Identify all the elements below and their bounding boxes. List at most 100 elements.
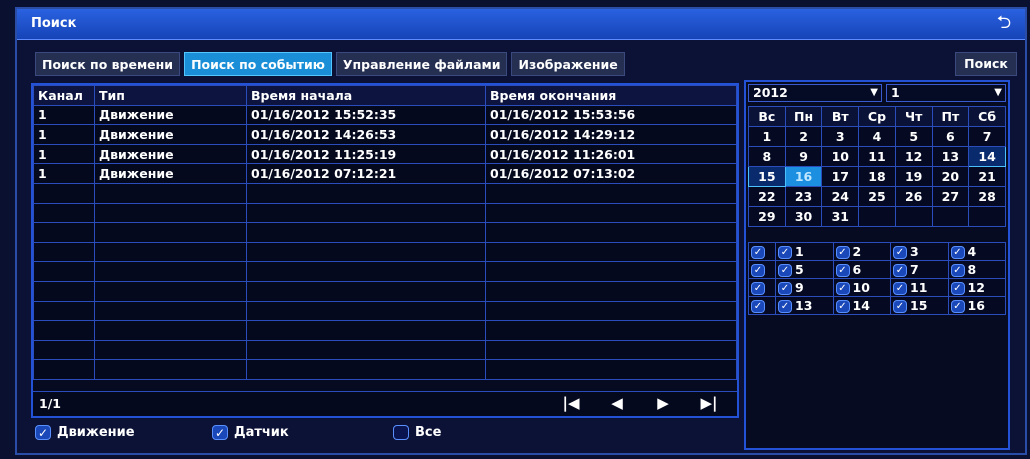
calendar-day[interactable]: 10 xyxy=(821,146,860,167)
table-row[interactable] xyxy=(33,280,737,302)
column-header-channel[interactable]: Канал xyxy=(33,85,95,106)
calendar-day[interactable]: 4 xyxy=(858,126,896,147)
table-row[interactable] xyxy=(33,359,737,380)
tab-file-management[interactable]: Управление файлами xyxy=(335,52,508,76)
channel-checkbox[interactable]: ✓ xyxy=(893,282,907,295)
table-row[interactable]: 1 Движение 01/16/2012 07:12:21 01/16/2012 0… xyxy=(33,163,737,184)
table-row[interactable]: 1 Движение 01/16/2012 11:25:19 01/16/2012 1… xyxy=(33,143,737,165)
channel-checkbox[interactable]: ✓ xyxy=(778,300,792,313)
channel-checkbox[interactable]: ✓ xyxy=(950,300,965,313)
calendar-day[interactable]: 1 xyxy=(748,126,786,147)
calendar-day[interactable]: 19 xyxy=(894,166,933,187)
calendar-day[interactable]: 23 xyxy=(784,186,823,207)
column-header-end-time[interactable]: Время окончания xyxy=(485,85,737,106)
return-arrow-icon[interactable]: ⮌ xyxy=(993,12,1015,34)
channel-checkbox-cell[interactable]: ✓ 6 xyxy=(832,260,891,279)
filter-all[interactable]: Все xyxy=(393,425,441,440)
tab-event-search[interactable]: Поиск по событию xyxy=(184,52,332,76)
channel-checkbox[interactable]: ✓ xyxy=(835,300,850,313)
calendar-day[interactable]: 7 xyxy=(968,126,1006,147)
calendar-day[interactable]: 2 xyxy=(784,126,823,147)
table-row[interactable] xyxy=(33,202,737,224)
tab-time-search[interactable]: Поиск по времени xyxy=(35,52,181,76)
table-row[interactable] xyxy=(33,300,737,322)
calendar-day[interactable]: 17 xyxy=(821,166,860,187)
channel-checkbox-cell[interactable]: ✓ 7 xyxy=(890,260,949,279)
calendar-day[interactable]: 31 xyxy=(821,206,860,227)
filter-motion[interactable]: ✓ Движение xyxy=(35,425,135,440)
channel-checkbox-cell[interactable]: ✓ 15 xyxy=(890,296,949,315)
calendar-day[interactable]: 29 xyxy=(748,206,786,227)
calendar-day[interactable]: 25 xyxy=(858,186,896,207)
year-select[interactable]: 2012 ▼ xyxy=(748,84,882,102)
channel-checkbox[interactable]: ✓ xyxy=(835,264,850,277)
calendar-day[interactable]: 3 xyxy=(821,126,860,147)
calendar-day[interactable]: 20 xyxy=(931,166,970,187)
calendar-day[interactable]: 22 xyxy=(748,186,786,207)
channel-checkbox-cell[interactable]: ✓ 13 xyxy=(775,296,834,315)
channel-checkbox[interactable]: ✓ xyxy=(893,246,907,259)
channel-checkbox[interactable]: ✓ xyxy=(778,246,792,259)
channel-checkbox[interactable]: ✓ xyxy=(751,246,765,259)
channel-checkbox[interactable]: ✓ xyxy=(950,246,965,259)
calendar-day[interactable]: 6 xyxy=(931,126,970,147)
calendar-day[interactable]: 9 xyxy=(784,146,823,167)
calendar-day[interactable]: 8 xyxy=(748,146,786,167)
sensor-checkbox[interactable]: ✓ xyxy=(212,425,228,440)
calendar-day[interactable]: 21 xyxy=(968,166,1006,187)
table-row[interactable]: 1 Движение 01/16/2012 14:26:53 01/16/2012 1… xyxy=(33,124,737,145)
first-page-icon[interactable]: |◀ xyxy=(561,394,581,412)
channel-checkbox-cell[interactable]: ✓ 4 xyxy=(947,242,1006,261)
channel-checkbox[interactable]: ✓ xyxy=(950,282,965,295)
calendar-day[interactable]: 15 xyxy=(748,166,786,187)
calendar-day[interactable]: 26 xyxy=(894,186,933,207)
channel-checkbox[interactable]: ✓ xyxy=(751,300,765,313)
channel-checkbox[interactable]: ✓ xyxy=(835,282,850,295)
channel-checkbox-cell[interactable]: ✓ 11 xyxy=(890,278,949,297)
channel-row-select-all[interactable]: ✓ xyxy=(748,242,776,261)
table-row[interactable] xyxy=(33,261,737,282)
column-header-type[interactable]: Тип xyxy=(94,85,247,106)
channel-checkbox[interactable]: ✓ xyxy=(751,282,765,295)
channel-checkbox[interactable]: ✓ xyxy=(835,246,850,259)
calendar-day[interactable]: 13 xyxy=(931,146,970,167)
channel-checkbox-cell[interactable]: ✓ 2 xyxy=(832,242,891,261)
channel-row-select-all[interactable]: ✓ xyxy=(748,260,776,279)
channel-checkbox-cell[interactable]: ✓ 3 xyxy=(890,242,949,261)
channel-checkbox[interactable]: ✓ xyxy=(950,264,965,277)
calendar-day[interactable]: 12 xyxy=(894,146,933,167)
table-row[interactable] xyxy=(33,241,737,263)
table-row[interactable]: 1 Движение 01/16/2012 15:52:35 01/16/2012 1… xyxy=(33,104,737,126)
table-row[interactable] xyxy=(33,320,737,341)
channel-checkbox[interactable]: ✓ xyxy=(778,264,792,277)
channel-checkbox-cell[interactable]: ✓ 10 xyxy=(832,278,891,297)
table-row[interactable] xyxy=(33,222,737,243)
column-header-start-time[interactable]: Время начала xyxy=(246,85,486,106)
channel-checkbox-cell[interactable]: ✓ 9 xyxy=(775,278,834,297)
last-page-icon[interactable]: ▶| xyxy=(699,394,719,412)
month-select[interactable]: 1 ▼ xyxy=(886,84,1006,102)
calendar-day[interactable]: 14 xyxy=(968,146,1006,167)
table-row[interactable] xyxy=(33,339,737,361)
search-button[interactable]: Поиск xyxy=(955,52,1017,76)
calendar-day[interactable]: 28 xyxy=(968,186,1006,207)
all-checkbox[interactable] xyxy=(393,425,409,440)
table-row[interactable] xyxy=(33,182,737,204)
tab-image[interactable]: Изображение xyxy=(511,52,625,76)
channel-row-select-all[interactable]: ✓ xyxy=(748,278,776,297)
calendar-day[interactable]: 24 xyxy=(821,186,860,207)
channel-checkbox-cell[interactable]: ✓ 14 xyxy=(832,296,891,315)
calendar-day[interactable]: 18 xyxy=(858,166,896,187)
channel-checkbox-cell[interactable]: ✓ 5 xyxy=(775,260,834,279)
next-page-icon[interactable]: ▶ xyxy=(653,394,673,412)
filter-sensor[interactable]: ✓ Датчик xyxy=(212,425,289,440)
channel-checkbox-cell[interactable]: ✓ 1 xyxy=(775,242,834,261)
channel-row-select-all[interactable]: ✓ xyxy=(748,296,776,315)
calendar-day[interactable]: 11 xyxy=(858,146,896,167)
motion-checkbox[interactable]: ✓ xyxy=(35,425,51,440)
previous-page-icon[interactable]: ◀ xyxy=(607,394,627,412)
channel-checkbox[interactable]: ✓ xyxy=(893,300,907,313)
calendar-day[interactable]: 5 xyxy=(894,126,933,147)
channel-checkbox[interactable]: ✓ xyxy=(751,264,765,277)
calendar-day[interactable]: 30 xyxy=(784,206,823,227)
